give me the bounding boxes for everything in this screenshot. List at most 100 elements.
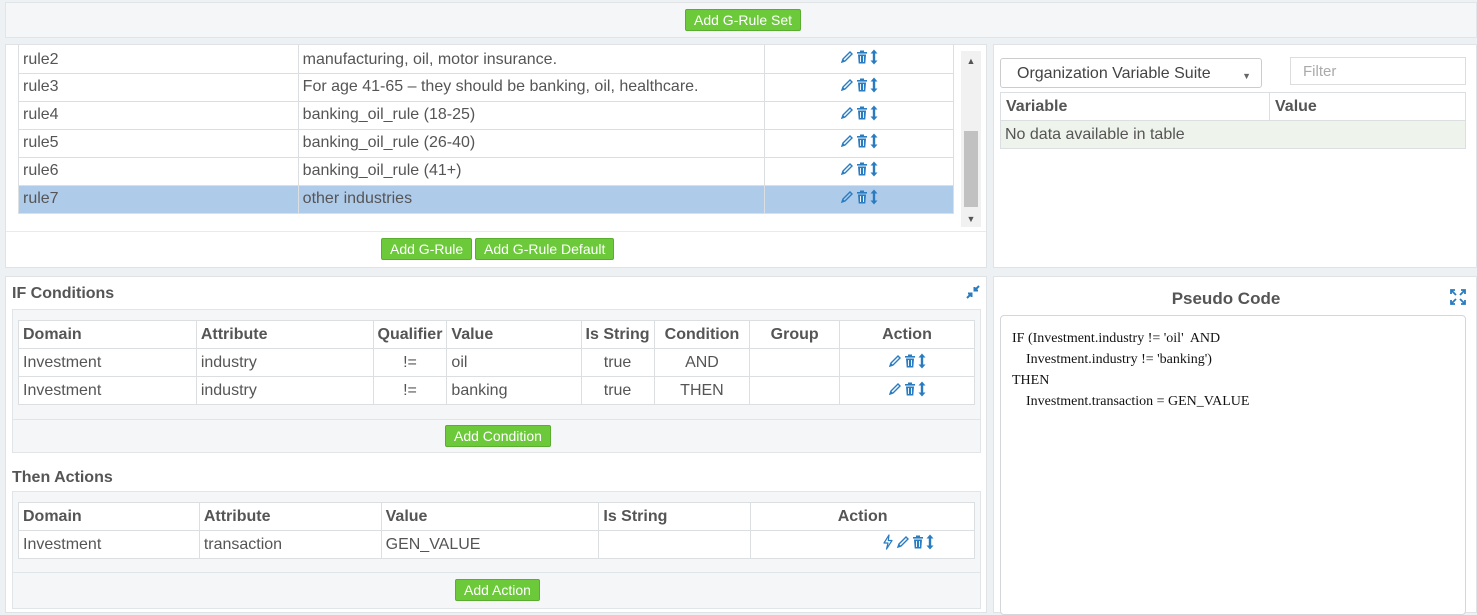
rule-row[interactable]: rule3 For age 41-65 – they should be bank… bbox=[18, 73, 954, 102]
lightning-icon[interactable] bbox=[882, 534, 894, 550]
expand-icon[interactable] bbox=[1450, 289, 1466, 310]
condition-is-string: true bbox=[580, 376, 655, 405]
action-icons bbox=[840, 133, 878, 149]
condition-attribute[interactable]: industry bbox=[195, 376, 374, 405]
column-header-attribute[interactable]: Attribute bbox=[195, 320, 374, 349]
add-rule-set-button[interactable]: Add G-Rule Set bbox=[685, 9, 802, 31]
pencil-icon[interactable] bbox=[840, 134, 854, 148]
trash-icon[interactable] bbox=[904, 354, 916, 368]
add-action-button[interactable]: Add Action bbox=[455, 579, 540, 601]
action-value[interactable]: GEN_VALUE bbox=[380, 530, 600, 559]
column-header-value[interactable]: Value bbox=[1269, 92, 1466, 121]
condition-operator: THEN bbox=[653, 376, 751, 405]
updown-arrow-icon[interactable] bbox=[918, 353, 926, 369]
column-header-domain[interactable]: Domain bbox=[18, 320, 197, 349]
updown-arrow-icon[interactable] bbox=[926, 534, 934, 550]
rules-footer: Add G-Rule Add G-Rule Default bbox=[6, 231, 986, 267]
updown-arrow-icon[interactable] bbox=[870, 77, 878, 93]
compress-icon[interactable] bbox=[966, 285, 980, 304]
rule-name: rule2 bbox=[18, 45, 299, 74]
variable-suite-select[interactable]: Organization Variable Suite ▼ bbox=[1000, 58, 1262, 88]
column-header-group[interactable]: Group bbox=[749, 320, 840, 349]
action-domain[interactable]: Investment bbox=[18, 530, 200, 559]
add-rule-button[interactable]: Add G-Rule bbox=[381, 238, 473, 260]
condition-is-string: true bbox=[580, 348, 655, 377]
column-header-is-string[interactable]: Is String bbox=[598, 502, 752, 531]
rules-list: rule2 manufacturing, oil, motor insurance… bbox=[18, 45, 954, 219]
rule-name: rule7 bbox=[18, 185, 299, 214]
condition-domain[interactable]: Investment bbox=[18, 348, 197, 377]
condition-group bbox=[749, 376, 840, 405]
pencil-icon[interactable] bbox=[888, 382, 902, 396]
pencil-icon[interactable] bbox=[888, 354, 902, 368]
rule-actions bbox=[764, 157, 954, 186]
scroll-down-arrow[interactable]: ▼ bbox=[961, 211, 981, 227]
if-conditions-table: Domain Attribute Qualifier Value Is String Co… bbox=[18, 320, 976, 405]
scroll-thumb[interactable] bbox=[964, 131, 978, 207]
action-icons bbox=[840, 105, 878, 121]
column-header-domain[interactable]: Domain bbox=[18, 502, 200, 531]
pseudo-code-line: Investment.industry != 'banking') bbox=[1012, 352, 1212, 367]
updown-arrow-icon[interactable] bbox=[870, 133, 878, 149]
updown-arrow-icon[interactable] bbox=[870, 161, 878, 177]
add-rule-default-button[interactable]: Add G-Rule Default bbox=[475, 238, 615, 260]
trash-icon[interactable] bbox=[856, 134, 868, 148]
action-attribute[interactable]: transaction bbox=[198, 530, 382, 559]
rule-row[interactable]: rule4 banking_oil_rule (18-25) bbox=[18, 101, 954, 130]
rules-scrollbar[interactable]: ▲ ▼ bbox=[961, 51, 981, 227]
action-icons bbox=[840, 161, 878, 177]
column-header-action[interactable]: Action bbox=[838, 320, 976, 349]
action-is-string bbox=[598, 530, 752, 559]
pencil-icon[interactable] bbox=[840, 162, 854, 176]
trash-icon[interactable] bbox=[912, 535, 924, 549]
pencil-icon[interactable] bbox=[840, 50, 854, 64]
filter-input[interactable] bbox=[1290, 57, 1466, 85]
condition-domain[interactable]: Investment bbox=[18, 376, 197, 405]
updown-arrow-icon[interactable] bbox=[870, 189, 878, 205]
if-conditions-box: Domain Attribute Qualifier Value Is String Co… bbox=[12, 309, 981, 453]
updown-arrow-icon[interactable] bbox=[870, 105, 878, 121]
action-icons bbox=[888, 353, 926, 369]
column-header-is-string[interactable]: Is String bbox=[580, 320, 655, 349]
rule-actions bbox=[764, 73, 954, 102]
column-header-value[interactable]: Value bbox=[446, 320, 582, 349]
condition-operator: AND bbox=[653, 348, 751, 377]
trash-icon[interactable] bbox=[856, 190, 868, 204]
scroll-up-arrow[interactable]: ▲ bbox=[961, 53, 981, 69]
trash-icon[interactable] bbox=[856, 106, 868, 120]
trash-icon[interactable] bbox=[904, 382, 916, 396]
action-icons bbox=[840, 77, 878, 93]
rule-row[interactable]: rule7 other industries bbox=[18, 185, 954, 214]
column-header-action[interactable]: Action bbox=[750, 502, 975, 531]
pencil-icon[interactable] bbox=[840, 78, 854, 92]
then-actions-table: Domain Attribute Value Is String Action Inve… bbox=[18, 502, 975, 559]
updown-arrow-icon[interactable] bbox=[870, 49, 878, 65]
condition-value: oil bbox=[446, 348, 582, 377]
condition-qualifier: != bbox=[372, 376, 448, 405]
action-actions bbox=[750, 530, 975, 559]
condition-attribute[interactable]: industry bbox=[195, 348, 374, 377]
condition-actions bbox=[838, 348, 976, 377]
variable-suite-value: Organization Variable Suite bbox=[1017, 65, 1211, 82]
add-condition-button[interactable]: Add Condition bbox=[445, 425, 551, 447]
rule-row[interactable]: rule2 manufacturing, oil, motor insurance… bbox=[18, 45, 954, 74]
pseudo-code-line: Investment.transaction = GEN_VALUE bbox=[1012, 394, 1250, 409]
action-icons bbox=[840, 49, 878, 65]
trash-icon[interactable] bbox=[856, 78, 868, 92]
column-header-qualifier[interactable]: Qualifier bbox=[372, 320, 448, 349]
updown-arrow-icon[interactable] bbox=[918, 381, 926, 397]
trash-icon[interactable] bbox=[856, 162, 868, 176]
dropdown-caret-icon: ▼ bbox=[1242, 71, 1251, 81]
column-header-condition[interactable]: Condition bbox=[653, 320, 751, 349]
column-header-variable[interactable]: Variable bbox=[1000, 92, 1270, 121]
trash-icon[interactable] bbox=[856, 50, 868, 64]
rule-row[interactable]: rule6 banking_oil_rule (41+) bbox=[18, 157, 954, 186]
condition-row: Investment industry != oil true AND bbox=[18, 348, 976, 377]
rule-row[interactable]: rule5 banking_oil_rule (26-40) bbox=[18, 129, 954, 158]
pencil-icon[interactable] bbox=[840, 106, 854, 120]
column-header-attribute[interactable]: Attribute bbox=[198, 502, 382, 531]
action-icons bbox=[888, 381, 926, 397]
pencil-icon[interactable] bbox=[896, 535, 910, 549]
column-header-value[interactable]: Value bbox=[380, 502, 600, 531]
pencil-icon[interactable] bbox=[840, 190, 854, 204]
